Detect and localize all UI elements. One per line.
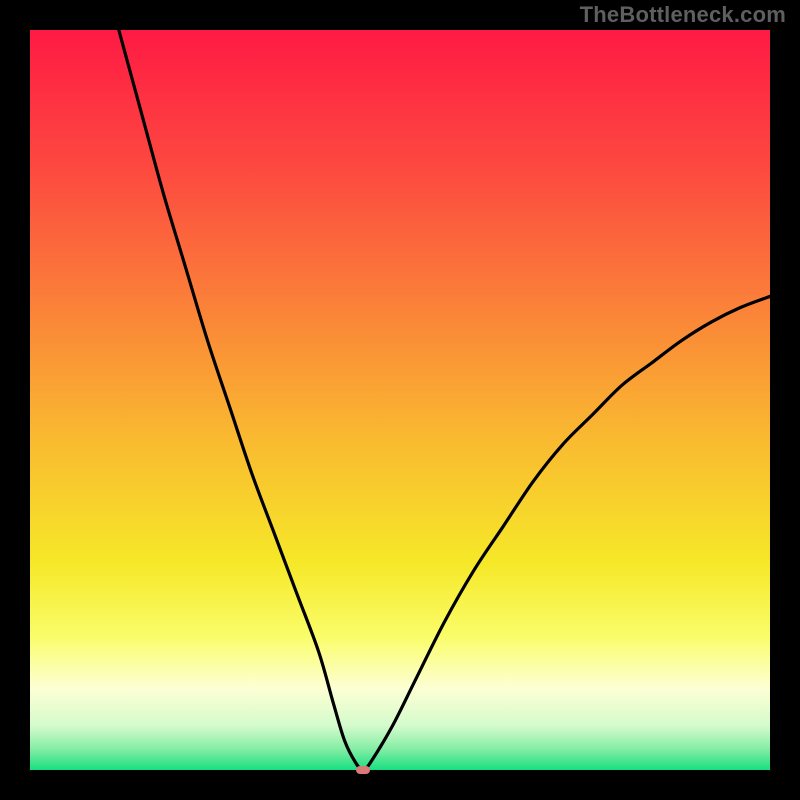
chart-container: TheBottleneck.com [0, 0, 800, 800]
optimal-point-marker [356, 766, 370, 774]
watermark-text: TheBottleneck.com [580, 2, 786, 28]
curve-svg [30, 30, 770, 770]
bottleneck-curve [119, 30, 770, 770]
plot-area [30, 30, 770, 770]
